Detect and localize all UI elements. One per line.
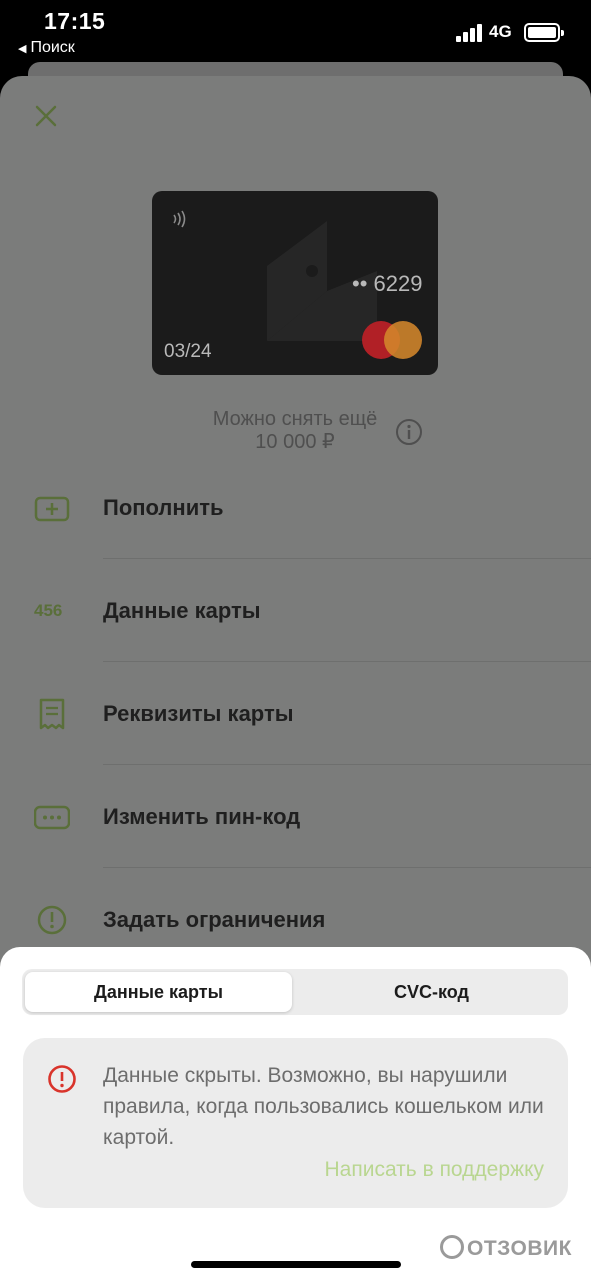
menu-item-label: Изменить пин-код (103, 803, 301, 829)
card-numbers-icon: 456 (34, 600, 63, 620)
menu-item-label: Реквизиты карты (103, 700, 294, 726)
menu-item-topup[interactable]: Пополнить (0, 456, 591, 559)
home-indicator[interactable] (191, 1261, 401, 1268)
warning-icon (48, 1065, 76, 1093)
contactless-icon (173, 210, 186, 228)
watermark-text: ОТЗОВИК (467, 1237, 572, 1260)
tab-switcher: Данные карты CVC-код (22, 969, 568, 1015)
menu-item-label: Задать ограничения (103, 906, 326, 932)
tab-cvc-code[interactable]: CVC-код (298, 972, 565, 1012)
watermark: ОТЗОВИК (440, 1235, 572, 1261)
withdraw-limit-label: Можно снять ещё (212, 408, 378, 430)
menu-item-requisites[interactable]: Реквизиты карты (0, 662, 591, 765)
status-bar: 17:15 ◀ Поиск 4G (0, 0, 591, 62)
card-data-sheet: Данные карты CVC-код Данные скрыты. Возм… (0, 947, 591, 1280)
pin-dots-icon (34, 805, 70, 829)
hidden-data-notice: Данные скрыты. Возможно, вы нарушили пра… (23, 1038, 568, 1208)
withdraw-limit: Можно снять ещё 10 000 ₽ (180, 408, 410, 454)
notice-message: Данные скрыты. Возможно, вы нарушили пра… (103, 1064, 544, 1149)
contact-support-link[interactable]: Написать в поддержку (325, 1158, 544, 1182)
document-icon (39, 698, 65, 729)
status-time: 17:15 (44, 8, 106, 34)
withdraw-limit-amount: 10 000 ₽ (255, 431, 335, 453)
menu-item-label: Пополнить (103, 494, 224, 520)
menu-item-card-data[interactable]: 456 Данные карты (0, 559, 591, 662)
menu-item-label: Данные карты (103, 597, 261, 623)
bank-card[interactable]: •• 6229 03/24 (152, 191, 438, 375)
battery-icon (524, 23, 564, 42)
network-type: 4G (489, 22, 512, 41)
tab-card-data[interactable]: Данные карты (25, 972, 292, 1012)
info-icon[interactable] (395, 418, 423, 446)
menu-item-change-pin[interactable]: Изменить пин-код (0, 765, 591, 868)
card-expiry: 03/24 (164, 341, 212, 362)
card-last-digits: •• 6229 (352, 271, 423, 296)
plus-square-icon (34, 496, 70, 521)
close-icon[interactable] (34, 104, 58, 128)
back-arrow-icon: ◀ (18, 43, 27, 55)
exclamation-circle-icon (37, 905, 67, 934)
back-to-search-link[interactable]: ◀ Поиск (18, 39, 75, 57)
back-link-label: Поиск (30, 39, 75, 56)
mastercard-logo-icon (362, 321, 422, 359)
signal-icon (456, 24, 484, 42)
